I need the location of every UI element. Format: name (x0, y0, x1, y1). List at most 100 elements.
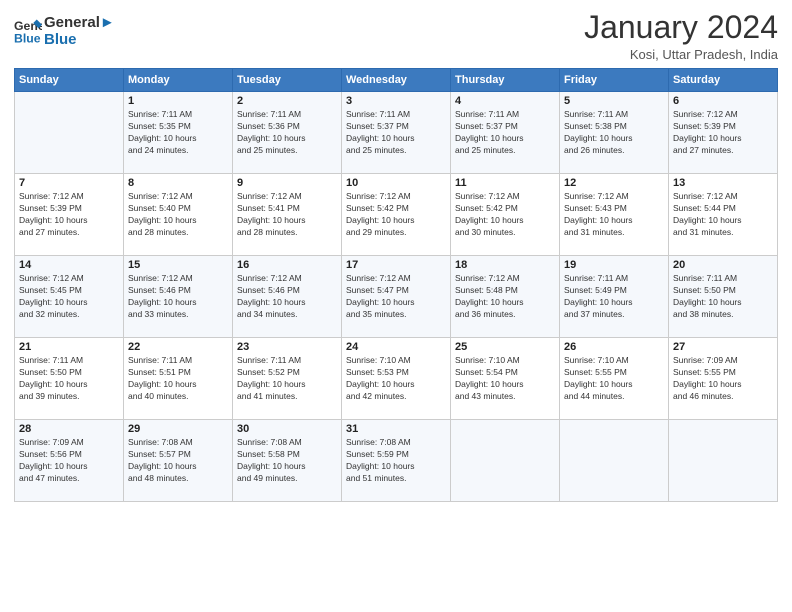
day-info: Sunrise: 7:12 AM Sunset: 5:46 PM Dayligh… (128, 273, 228, 321)
day-info: Sunrise: 7:08 AM Sunset: 5:59 PM Dayligh… (346, 437, 446, 485)
day-info: Sunrise: 7:12 AM Sunset: 5:39 PM Dayligh… (673, 109, 773, 157)
day-info: Sunrise: 7:12 AM Sunset: 5:42 PM Dayligh… (455, 191, 555, 239)
day-info: Sunrise: 7:12 AM Sunset: 5:44 PM Dayligh… (673, 191, 773, 239)
calendar-day-cell: 21 Sunrise: 7:11 AM Sunset: 5:50 PM Dayli… (15, 338, 124, 420)
calendar-day-cell: 23 Sunrise: 7:11 AM Sunset: 5:52 PM Dayli… (233, 338, 342, 420)
day-info: Sunrise: 7:09 AM Sunset: 5:55 PM Dayligh… (673, 355, 773, 403)
location: Kosi, Uttar Pradesh, India (584, 47, 778, 62)
calendar-day-cell: 24 Sunrise: 7:10 AM Sunset: 5:53 PM Dayli… (342, 338, 451, 420)
day-number: 16 (237, 259, 337, 271)
svg-text:Blue: Blue (14, 32, 41, 45)
logo-blue-triangle: ► (100, 14, 115, 31)
day-number: 28 (19, 423, 119, 435)
day-info: Sunrise: 7:11 AM Sunset: 5:38 PM Dayligh… (564, 109, 664, 157)
day-info: Sunrise: 7:12 AM Sunset: 5:46 PM Dayligh… (237, 273, 337, 321)
calendar-header: SundayMondayTuesdayWednesdayThursdayFrid… (15, 69, 778, 92)
calendar-day-cell: 18Sunrise: 7:12 AM Sunset: 5:48 PM Dayli… (451, 256, 560, 338)
weekday-header: Monday (124, 69, 233, 92)
calendar-day-cell: 27 Sunrise: 7:09 AM Sunset: 5:55 PM Dayli… (669, 338, 778, 420)
day-number: 12 (564, 177, 664, 189)
day-info: Sunrise: 7:10 AM Sunset: 5:54 PM Dayligh… (455, 355, 555, 403)
calendar-day-cell (451, 420, 560, 502)
day-info: Sunrise: 7:12 AM Sunset: 5:39 PM Dayligh… (19, 191, 119, 239)
calendar-day-cell: 2Sunrise: 7:11 AM Sunset: 5:36 PM Daylig… (233, 92, 342, 174)
calendar-day-cell: 7 Sunrise: 7:12 AM Sunset: 5:39 PM Daylig… (15, 174, 124, 256)
calendar-body: 1Sunrise: 7:11 AM Sunset: 5:35 PM Daylig… (15, 92, 778, 502)
day-info: Sunrise: 7:11 AM Sunset: 5:36 PM Dayligh… (237, 109, 337, 157)
day-number: 23 (237, 341, 337, 353)
day-info: Sunrise: 7:12 AM Sunset: 5:41 PM Dayligh… (237, 191, 337, 239)
day-number: 30 (237, 423, 337, 435)
day-number: 21 (19, 341, 119, 353)
weekday-header: Friday (560, 69, 669, 92)
title-block: January 2024 Kosi, Uttar Pradesh, India (584, 10, 778, 62)
day-number: 4 (455, 95, 555, 107)
day-info: Sunrise: 7:11 AM Sunset: 5:50 PM Dayligh… (673, 273, 773, 321)
calendar-day-cell: 17Sunrise: 7:12 AM Sunset: 5:47 PM Dayli… (342, 256, 451, 338)
logo: General Blue General► Blue (14, 14, 115, 49)
day-number: 25 (455, 341, 555, 353)
day-info: Sunrise: 7:12 AM Sunset: 5:42 PM Dayligh… (346, 191, 446, 239)
calendar-week-row: 1Sunrise: 7:11 AM Sunset: 5:35 PM Daylig… (15, 92, 778, 174)
logo-blue-text: Blue (44, 31, 115, 48)
calendar-day-cell: 13 Sunrise: 7:12 AM Sunset: 5:44 PM Dayli… (669, 174, 778, 256)
weekday-header: Tuesday (233, 69, 342, 92)
day-info: Sunrise: 7:10 AM Sunset: 5:55 PM Dayligh… (564, 355, 664, 403)
day-info: Sunrise: 7:08 AM Sunset: 5:58 PM Dayligh… (237, 437, 337, 485)
calendar-day-cell: 25 Sunrise: 7:10 AM Sunset: 5:54 PM Dayli… (451, 338, 560, 420)
calendar-day-cell: 10Sunrise: 7:12 AM Sunset: 5:42 PM Dayli… (342, 174, 451, 256)
day-info: Sunrise: 7:11 AM Sunset: 5:37 PM Dayligh… (455, 109, 555, 157)
calendar-day-cell: 22 Sunrise: 7:11 AM Sunset: 5:51 PM Dayli… (124, 338, 233, 420)
day-info: Sunrise: 7:10 AM Sunset: 5:53 PM Dayligh… (346, 355, 446, 403)
day-number: 7 (19, 177, 119, 189)
calendar-day-cell: 28 Sunrise: 7:09 AM Sunset: 5:56 PM Dayli… (15, 420, 124, 502)
page-container: General Blue General► Blue January 2024 … (0, 0, 792, 512)
calendar-day-cell: 20Sunrise: 7:11 AM Sunset: 5:50 PM Dayli… (669, 256, 778, 338)
day-number: 11 (455, 177, 555, 189)
logo-general: General► (44, 14, 115, 31)
calendar-day-cell: 3Sunrise: 7:11 AM Sunset: 5:37 PM Daylig… (342, 92, 451, 174)
month-title: January 2024 (584, 10, 778, 45)
calendar-week-row: 7 Sunrise: 7:12 AM Sunset: 5:39 PM Daylig… (15, 174, 778, 256)
day-number: 5 (564, 95, 664, 107)
calendar-day-cell: 5 Sunrise: 7:11 AM Sunset: 5:38 PM Daylig… (560, 92, 669, 174)
calendar-table: SundayMondayTuesdayWednesdayThursdayFrid… (14, 68, 778, 502)
day-number: 24 (346, 341, 446, 353)
day-number: 22 (128, 341, 228, 353)
day-info: Sunrise: 7:08 AM Sunset: 5:57 PM Dayligh… (128, 437, 228, 485)
weekday-header: Saturday (669, 69, 778, 92)
calendar-day-cell: 12Sunrise: 7:12 AM Sunset: 5:43 PM Dayli… (560, 174, 669, 256)
calendar-day-cell: 30 Sunrise: 7:08 AM Sunset: 5:58 PM Dayli… (233, 420, 342, 502)
day-info: Sunrise: 7:11 AM Sunset: 5:51 PM Dayligh… (128, 355, 228, 403)
calendar-day-cell: 9Sunrise: 7:12 AM Sunset: 5:41 PM Daylig… (233, 174, 342, 256)
day-number: 31 (346, 423, 446, 435)
logo-icon: General Blue (14, 16, 42, 44)
day-info: Sunrise: 7:11 AM Sunset: 5:50 PM Dayligh… (19, 355, 119, 403)
calendar-day-cell: 1Sunrise: 7:11 AM Sunset: 5:35 PM Daylig… (124, 92, 233, 174)
header: General Blue General► Blue January 2024 … (14, 10, 778, 62)
calendar-week-row: 28 Sunrise: 7:09 AM Sunset: 5:56 PM Dayli… (15, 420, 778, 502)
calendar-day-cell: 8Sunrise: 7:12 AM Sunset: 5:40 PM Daylig… (124, 174, 233, 256)
day-number: 13 (673, 177, 773, 189)
calendar-week-row: 21 Sunrise: 7:11 AM Sunset: 5:50 PM Dayli… (15, 338, 778, 420)
calendar-day-cell: 14 Sunrise: 7:12 AM Sunset: 5:45 PM Dayli… (15, 256, 124, 338)
day-info: Sunrise: 7:11 AM Sunset: 5:49 PM Dayligh… (564, 273, 664, 321)
calendar-day-cell (669, 420, 778, 502)
day-number: 8 (128, 177, 228, 189)
day-info: Sunrise: 7:11 AM Sunset: 5:52 PM Dayligh… (237, 355, 337, 403)
day-number: 18 (455, 259, 555, 271)
weekday-header: Thursday (451, 69, 560, 92)
day-info: Sunrise: 7:12 AM Sunset: 5:45 PM Dayligh… (19, 273, 119, 321)
day-info: Sunrise: 7:09 AM Sunset: 5:56 PM Dayligh… (19, 437, 119, 485)
day-number: 27 (673, 341, 773, 353)
calendar-day-cell (15, 92, 124, 174)
day-info: Sunrise: 7:11 AM Sunset: 5:37 PM Dayligh… (346, 109, 446, 157)
day-number: 14 (19, 259, 119, 271)
weekday-header: Wednesday (342, 69, 451, 92)
weekday-header: Sunday (15, 69, 124, 92)
day-number: 17 (346, 259, 446, 271)
day-number: 15 (128, 259, 228, 271)
header-row: SundayMondayTuesdayWednesdayThursdayFrid… (15, 69, 778, 92)
calendar-day-cell: 31 Sunrise: 7:08 AM Sunset: 5:59 PM Dayli… (342, 420, 451, 502)
day-number: 1 (128, 95, 228, 107)
